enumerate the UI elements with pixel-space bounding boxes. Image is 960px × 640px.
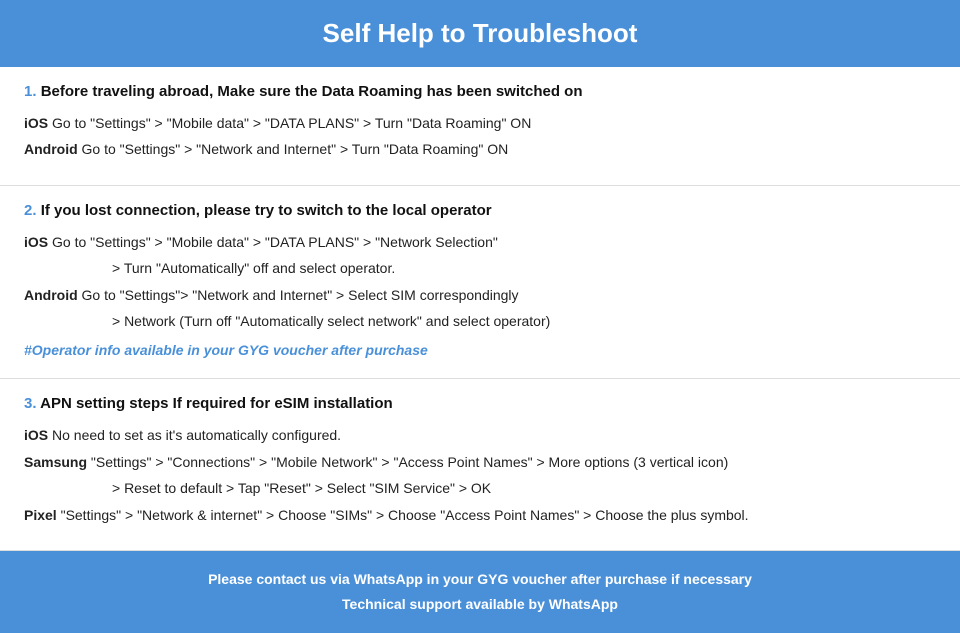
platform-label: iOS xyxy=(24,115,48,131)
list-item: iOS No need to set as it's automatically… xyxy=(24,424,936,446)
list-item: iOS Go to "Settings" > "Mobile data" > "… xyxy=(24,112,936,134)
header: Self Help to Troubleshoot xyxy=(0,0,960,67)
footer-line2: Technical support available by WhatsApp xyxy=(20,592,940,617)
section-title-1: 1. Before traveling abroad, Make sure th… xyxy=(24,83,936,100)
section-3: 3. APN setting steps If required for eSI… xyxy=(0,379,960,551)
section-number-1: 1. xyxy=(24,83,41,100)
section-title-2: 2. If you lost connection, please try to… xyxy=(24,202,936,219)
sections-container: 1. Before traveling abroad, Make sure th… xyxy=(0,67,960,551)
list-item: Samsung "Settings" > "Connections" > "Mo… xyxy=(24,451,936,473)
list-item-continuation: > Network (Turn off "Automatically selec… xyxy=(24,310,936,332)
list-item: iOS Go to "Settings" > "Mobile data" > "… xyxy=(24,231,936,253)
list-item-continuation: > Reset to default > Tap "Reset" > Selec… xyxy=(24,477,936,499)
list-item: Android Go to "Settings" > "Network and … xyxy=(24,138,936,160)
page-title: Self Help to Troubleshoot xyxy=(20,18,940,49)
footer: Please contact us via WhatsApp in your G… xyxy=(0,551,960,633)
platform-label: Samsung xyxy=(24,454,87,470)
section-2: 2. If you lost connection, please try to… xyxy=(0,186,960,380)
list-item: Android Go to "Settings"> "Network and I… xyxy=(24,284,936,306)
platform-label: Android xyxy=(24,287,78,303)
section-1: 1. Before traveling abroad, Make sure th… xyxy=(0,67,960,186)
list-item-continuation: > Turn "Automatically" off and select op… xyxy=(24,257,936,279)
platform-label: iOS xyxy=(24,427,48,443)
platform-label: Pixel xyxy=(24,507,57,523)
section-link-2[interactable]: #Operator info available in your GYG vou… xyxy=(24,342,936,358)
list-item: Pixel "Settings" > "Network & internet" … xyxy=(24,504,936,526)
section-title-3: 3. APN setting steps If required for eSI… xyxy=(24,395,936,412)
platform-label: Android xyxy=(24,141,78,157)
section-number-3: 3. xyxy=(24,395,40,412)
section-number-2: 2. xyxy=(24,202,41,219)
footer-line1: Please contact us via WhatsApp in your G… xyxy=(20,567,940,592)
platform-label: iOS xyxy=(24,234,48,250)
